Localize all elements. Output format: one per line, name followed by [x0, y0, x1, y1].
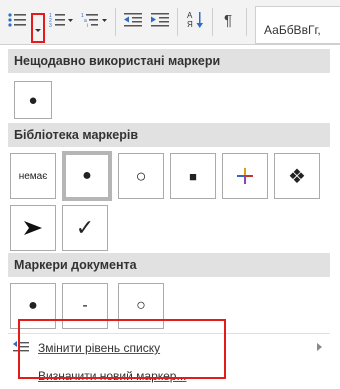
svg-text:3: 3	[49, 23, 52, 29]
section-header-document: Маркери документа	[8, 253, 330, 277]
bullet-glyph: ●	[28, 91, 38, 109]
bullet-glyph: ○	[136, 297, 146, 314]
bullet-option-arrow[interactable]	[10, 205, 56, 251]
toolbar-separator	[212, 8, 213, 36]
arrowhead-icon	[24, 221, 42, 235]
bullet-list-icon	[8, 13, 26, 27]
ribbon-toolbar: 1 2 3 1 a i A Я ¶ АаБбВвГг,	[0, 0, 340, 44]
decrease-indent-button[interactable]	[121, 0, 145, 40]
decrease-indent-icon	[124, 13, 142, 27]
toolbar-separator	[246, 8, 247, 36]
bullet-option-filled-circle[interactable]: ●	[62, 151, 112, 201]
bullet-option-none[interactable]: немає	[10, 153, 56, 199]
sort-az-icon: A Я	[187, 11, 203, 29]
toolbar-separator	[115, 8, 116, 36]
chevron-right-icon	[317, 343, 322, 351]
increase-indent-button[interactable]	[148, 0, 172, 40]
styles-gallery[interactable]: АаБбВвГг,	[255, 6, 340, 44]
bullets-dropdown-arrow[interactable]	[31, 13, 45, 43]
bullet-option-four-diamond[interactable]: ❖	[274, 153, 320, 199]
toolbar-separator	[177, 8, 178, 36]
multilevel-list-button[interactable]: 1 a i	[80, 0, 112, 40]
style-preview-text: АаБбВвГг,	[264, 23, 321, 37]
bullet-glyph: ●	[28, 297, 38, 314]
bullet-option-checkmark[interactable]: ✓	[62, 205, 108, 251]
pilcrow-icon: ¶	[223, 11, 233, 29]
bullet-none-label: немає	[18, 170, 48, 182]
bullet-option-filled-square[interactable]: ■	[170, 153, 216, 199]
sort-button[interactable]: A Я	[184, 0, 208, 40]
svg-text:A: A	[187, 11, 193, 20]
svg-text:Я: Я	[187, 20, 193, 29]
numbered-list-icon: 1 2 3	[49, 13, 73, 29]
four-color-star-icon	[237, 168, 253, 184]
highlight-box	[18, 319, 226, 379]
section-header-library: Бібліотека маркерів	[8, 123, 330, 147]
bullet-option-recent-filled-circle[interactable]: ●	[14, 81, 52, 119]
bullet-glyph: ●	[82, 167, 92, 184]
checkmark-icon: ✓	[75, 215, 95, 240]
bullet-glyph: ○	[135, 165, 147, 186]
bullet-glyph: -	[82, 297, 88, 314]
numbering-button[interactable]: 1 2 3	[48, 0, 74, 40]
bullet-option-hollow-circle[interactable]: ○	[118, 153, 164, 199]
chevron-down-icon	[35, 29, 41, 32]
increase-indent-icon	[151, 13, 169, 27]
show-formatting-button[interactable]: ¶	[216, 0, 240, 40]
svg-text:i: i	[87, 23, 88, 29]
bullet-glyph: ❖	[288, 165, 306, 188]
bullets-button[interactable]	[6, 0, 28, 40]
bullet-option-four-color-star[interactable]	[222, 153, 268, 199]
multilevel-list-icon: 1 a i	[81, 13, 107, 29]
section-header-recent: Нещодавно використані маркери	[8, 49, 330, 73]
bullet-glyph: ■	[189, 168, 197, 184]
